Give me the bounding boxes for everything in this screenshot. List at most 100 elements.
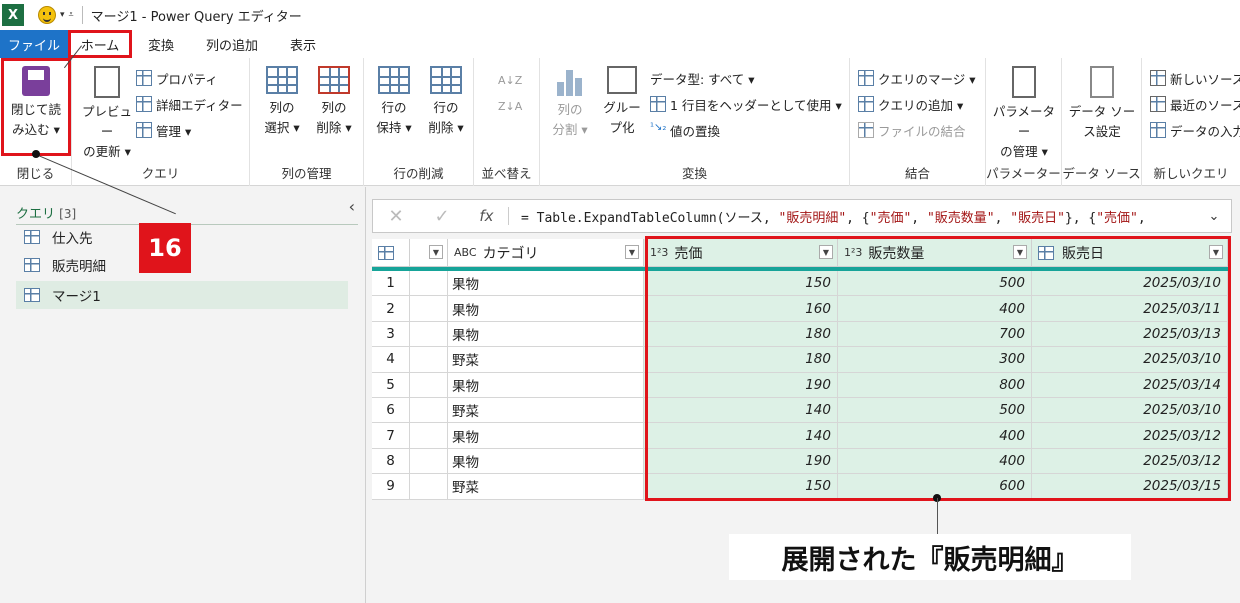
properties-button[interactable]: プロパティ [136,66,218,90]
cell-quantity[interactable]: 800 [838,372,1032,398]
merge-queries-button[interactable]: クエリのマージ ▾ [858,66,976,90]
cell-price[interactable]: 180 [644,321,838,348]
row-number[interactable]: 3 [372,321,410,348]
dropdown-arrow-icon[interactable]: ▾ [60,10,65,20]
filter-dropdown-icon[interactable]: ▼ [1209,245,1223,259]
cell-date[interactable]: 2025/03/10 [1032,397,1228,424]
calendar-icon[interactable] [1038,245,1054,260]
table-menu-icon[interactable] [372,239,410,267]
table-row[interactable]: 5 果物 190 800 2025/03/14 [372,372,1228,398]
cell-price[interactable]: 140 [644,423,838,449]
cell-category[interactable]: 果物 [448,423,644,449]
tab-home[interactable]: ホーム [68,30,132,58]
text-type-icon[interactable]: ABC [454,246,477,259]
cell-quantity[interactable]: 400 [838,423,1032,449]
expand-cell[interactable] [410,296,448,322]
number-type-icon[interactable]: 1²3 [844,246,862,259]
cell-quantity[interactable]: 500 [838,271,1032,297]
cell-date[interactable]: 2025/03/15 [1032,474,1228,500]
column-header-quantity[interactable]: 1²3 販売数量 ▼ [838,239,1032,267]
choose-columns-button[interactable]: 列の 選択 ▾ [258,66,306,138]
row-number[interactable]: 2 [372,296,410,322]
cancel-icon[interactable]: ✕ [373,206,419,227]
cell-price[interactable]: 150 [644,474,838,500]
cell-date[interactable]: 2025/03/10 [1032,347,1228,373]
refresh-preview-button[interactable]: プレビュー の更新 ▾ [76,66,138,162]
table-row[interactable]: 6 野菜 140 500 2025/03/10 [372,397,1228,424]
group-by-button[interactable]: グルー プ化 [598,66,646,138]
cell-date[interactable]: 2025/03/10 [1032,271,1228,297]
tab-add-column[interactable]: 列の追加 [190,30,274,58]
row-number[interactable]: 9 [372,474,410,500]
cell-category[interactable]: 果物 [448,271,644,297]
expand-cell[interactable] [410,423,448,449]
remove-rows-button[interactable]: 行の 削除 ▾ [422,66,470,138]
table-row[interactable]: 9 野菜 150 600 2025/03/15 [372,474,1228,500]
advanced-editor-button[interactable]: 詳細エディター [136,92,243,116]
row-number[interactable]: 6 [372,397,410,424]
table-row[interactable]: 7 果物 140 400 2025/03/12 [372,423,1228,449]
column-header-date[interactable]: 販売日 ▼ [1032,239,1228,267]
query-item-merge1[interactable]: マージ1 [16,281,348,309]
use-first-row-headers-button[interactable]: 1 行目をヘッダーとして使用 ▾ [650,92,842,116]
expand-formula-icon[interactable]: ⌄ [1197,209,1231,224]
sort-descending-icon[interactable]: Z↓A [498,94,522,118]
combine-files-button[interactable]: ファイルの結合 [858,118,966,142]
expand-cell[interactable] [410,321,448,348]
table-row[interactable]: 4 野菜 180 300 2025/03/10 [372,347,1228,373]
cell-category[interactable]: 果物 [448,448,644,475]
cell-date[interactable]: 2025/03/12 [1032,423,1228,449]
cell-quantity[interactable]: 400 [838,448,1032,475]
manage-button[interactable]: 管理 ▾ [136,118,191,142]
feedback-smiley-icon[interactable] [38,6,56,24]
cell-category[interactable]: 果物 [448,372,644,398]
row-number[interactable]: 4 [372,347,410,373]
expand-cell[interactable] [410,271,448,297]
split-column-button[interactable]: 列の 分割 ▾ [546,66,594,140]
cell-quantity[interactable]: 500 [838,397,1032,424]
cell-quantity[interactable]: 400 [838,296,1032,322]
cell-price[interactable]: 140 [644,397,838,424]
table-row[interactable]: 1 果物 150 500 2025/03/10 [372,271,1228,297]
cell-category[interactable]: 野菜 [448,474,644,500]
manage-parameters-button[interactable]: パラメーター の管理 ▾ [988,66,1060,162]
recent-sources-button[interactable]: 最近のソース [1150,92,1240,116]
filter-dropdown-icon[interactable]: ▼ [1013,245,1027,259]
filter-dropdown-icon[interactable]: ▼ [625,245,639,259]
table-row[interactable]: 8 果物 190 400 2025/03/12 [372,448,1228,475]
expand-column-header[interactable]: ▼ [410,239,448,267]
cell-category[interactable]: 野菜 [448,397,644,424]
expand-cell[interactable] [410,347,448,373]
cell-category[interactable]: 野菜 [448,347,644,373]
cell-date[interactable]: 2025/03/12 [1032,448,1228,475]
formula-input[interactable]: = Table.ExpandTableColumn(ソース, "販売明細", {… [509,207,1197,226]
collapse-pane-icon[interactable]: ‹ [349,197,355,216]
column-header-price[interactable]: 1²3 売価 ▼ [644,239,838,267]
cell-date[interactable]: 2025/03/14 [1032,372,1228,398]
filter-dropdown-icon[interactable]: ▼ [819,245,833,259]
number-type-icon[interactable]: 1²3 [650,246,668,259]
replace-values-button[interactable]: ¹↘₂ 値の置換 [650,118,720,142]
cell-price[interactable]: 190 [644,372,838,398]
cell-date[interactable]: 2025/03/13 [1032,321,1228,348]
confirm-icon[interactable]: ✓ [419,206,465,227]
expand-cell[interactable] [410,474,448,500]
row-number[interactable]: 7 [372,423,410,449]
row-number[interactable]: 8 [372,448,410,475]
customize-toolbar-icon[interactable]: ⩡ [69,10,74,20]
cell-date[interactable]: 2025/03/11 [1032,296,1228,322]
data-type-dropdown[interactable]: データ型: すべて ▾ [650,66,755,90]
cell-price[interactable]: 190 [644,448,838,475]
new-source-button[interactable]: 新しいソース [1150,66,1240,90]
remove-columns-button[interactable]: 列の 削除 ▾ [310,66,358,138]
data-source-settings-button[interactable]: データ ソー ス設定 [1066,66,1138,142]
cell-price[interactable]: 180 [644,347,838,373]
sort-ascending-icon[interactable]: A↓Z [498,68,522,92]
table-row[interactable]: 3 果物 180 700 2025/03/13 [372,321,1228,348]
table-row[interactable]: 2 果物 160 400 2025/03/11 [372,296,1228,322]
close-and-load-button[interactable]: 閉じて読 み込む ▾ [4,66,68,140]
filter-dropdown-icon[interactable]: ▼ [429,245,443,259]
cell-quantity[interactable]: 700 [838,321,1032,348]
enter-data-button[interactable]: データの入力 [1150,118,1240,142]
expand-cell[interactable] [410,448,448,475]
